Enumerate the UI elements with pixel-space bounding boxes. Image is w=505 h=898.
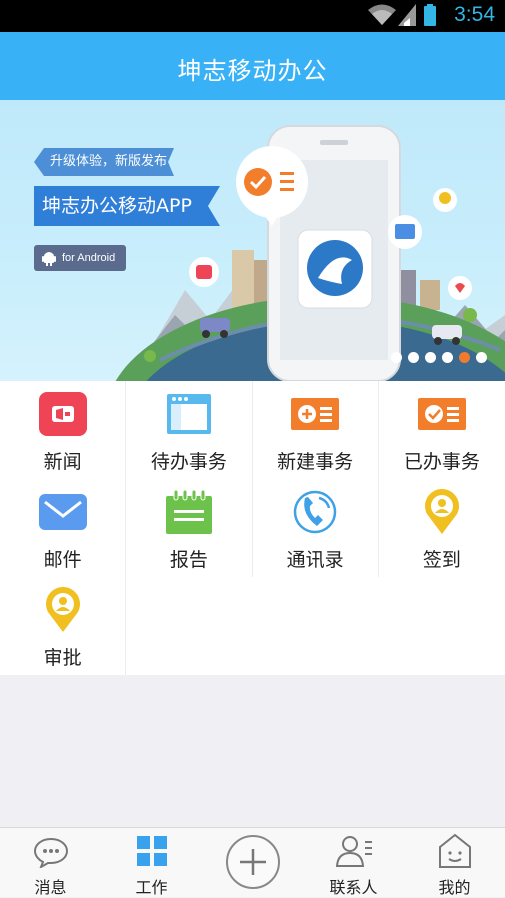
tab-label: 我的 <box>438 878 471 897</box>
chat-bubble-icon <box>33 837 68 868</box>
tab-profile[interactable]: 我的 <box>404 828 505 898</box>
plus-circle-icon <box>225 835 280 889</box>
app-name-ribbon: 坤志办公移动APP <box>34 186 220 226</box>
grid-item-done-task[interactable]: 已办事务 <box>378 381 505 479</box>
new-task-icon <box>291 398 340 430</box>
grid-item-approval[interactable]: 审批 <box>0 577 127 675</box>
status-time: 3:54 <box>454 3 495 26</box>
tab-add[interactable] <box>202 828 303 898</box>
wifi-icon <box>368 4 396 25</box>
android-icon <box>42 252 56 266</box>
phone-icon <box>293 490 337 534</box>
signal-icon <box>398 4 416 26</box>
grid-item-checkin[interactable]: 签到 <box>378 479 505 577</box>
carousel-dot[interactable] <box>408 352 419 363</box>
carousel-dot[interactable] <box>442 352 453 363</box>
grid-empty-cell <box>126 577 505 675</box>
carousel-dot-active[interactable] <box>459 352 470 363</box>
location-pin-icon <box>424 489 459 534</box>
upgrade-ribbon: 升级体验，新版发布 <box>34 148 174 176</box>
tab-label: 联系人 <box>329 878 378 897</box>
banner-illustration <box>115 125 505 381</box>
done-task-icon <box>417 398 466 430</box>
profile-house-icon <box>438 833 471 868</box>
title-bar: 坤志移动办公 <box>0 32 505 100</box>
carousel-dot[interactable] <box>391 352 402 363</box>
grid-item-contacts-book[interactable]: 通讯录 <box>252 479 379 577</box>
location-pin-icon <box>45 587 80 632</box>
carousel-dot[interactable] <box>476 352 487 363</box>
grid-item-label: 签到 <box>422 549 461 571</box>
battery-icon <box>424 4 436 26</box>
tab-label: 工作 <box>135 878 168 897</box>
envelope-icon <box>38 494 87 530</box>
grid-item-label: 待办事务 <box>150 451 227 473</box>
grid-item-label: 邮件 <box>43 549 82 571</box>
grid-item-mail[interactable]: 邮件 <box>0 479 127 577</box>
grid-item-label: 已办事务 <box>403 451 480 473</box>
function-grid: 新闻 待办事务 新建事务 已办事务 邮件 报告 通讯录 签到 审批 <box>0 381 505 675</box>
page-title: 坤志移动办公 <box>177 57 328 85</box>
notepad-icon <box>165 489 212 534</box>
carousel-indicator[interactable] <box>391 352 487 363</box>
bottom-tab-bar: 消息 工作 联系人 我的 <box>0 827 505 897</box>
carousel-dot[interactable] <box>425 352 436 363</box>
grid-item-label: 报告 <box>169 549 208 571</box>
grid-item-label: 审批 <box>43 647 82 669</box>
megaphone-icon <box>38 392 87 436</box>
grid-item-new-task[interactable]: 新建事务 <box>252 381 379 479</box>
contacts-icon <box>335 836 372 867</box>
android-badge: for Android <box>34 245 126 271</box>
grid-item-label: 新闻 <box>43 451 82 473</box>
tab-work[interactable]: 工作 <box>101 828 202 898</box>
grid-item-label: 新建事务 <box>277 451 354 473</box>
android-badge-label: for Android <box>62 252 116 264</box>
grid-item-news[interactable]: 新闻 <box>0 381 127 479</box>
status-bar: 3:54 <box>0 0 505 32</box>
grid-item-todo[interactable]: 待办事务 <box>126 381 253 479</box>
promo-banner[interactable]: 升级体验，新版发布 坤志办公移动APP for Android <box>0 100 505 381</box>
browser-window-icon <box>166 394 211 434</box>
tab-messages[interactable]: 消息 <box>0 828 101 898</box>
grid-item-report[interactable]: 报告 <box>126 479 253 577</box>
tab-contacts[interactable]: 联系人 <box>303 828 404 898</box>
tab-label: 消息 <box>34 878 67 897</box>
grid-item-label: 通讯录 <box>286 549 344 571</box>
grid-icon <box>136 836 167 866</box>
